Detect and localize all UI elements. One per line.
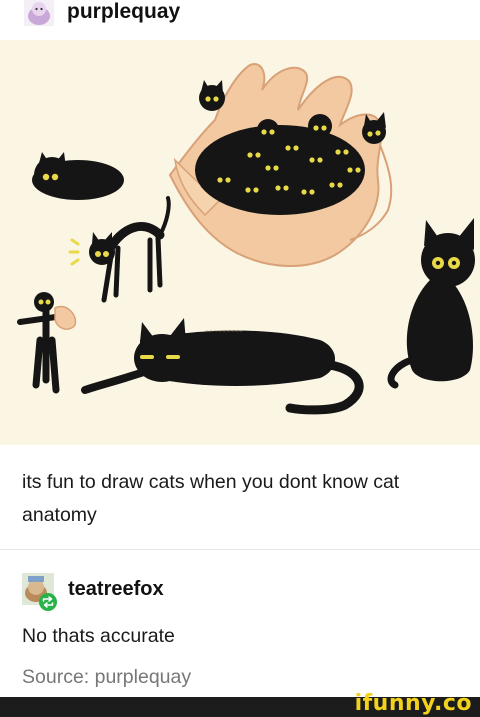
- post-caption: its fun to draw cats when you dont know …: [22, 471, 400, 526]
- post-header: purplequay: [0, 0, 480, 38]
- drawing-of-cats: ~~~~~~~~~: [0, 40, 480, 445]
- signature-text: ~~~~~~~~~: [205, 329, 243, 335]
- reblog-comment: teatreefox No thats accurate Source: pur…: [0, 551, 480, 696]
- source-link[interactable]: Source: purplequay: [22, 666, 191, 689]
- ifunny-watermark: ifunny.co: [354, 691, 472, 716]
- divider: [0, 549, 480, 550]
- watermark-bar: ifunny.co: [0, 691, 480, 717]
- author-avatar[interactable]: [24, 0, 54, 26]
- post-image: ~~~~~~~~~: [0, 40, 480, 445]
- reblog-comment-text: No thats accurate: [22, 625, 175, 647]
- reblogger-name[interactable]: teatreefox: [68, 578, 164, 601]
- reblog-icon: [39, 593, 57, 611]
- author-name[interactable]: purplequay: [67, 0, 180, 24]
- reblogger-avatar[interactable]: [22, 573, 58, 611]
